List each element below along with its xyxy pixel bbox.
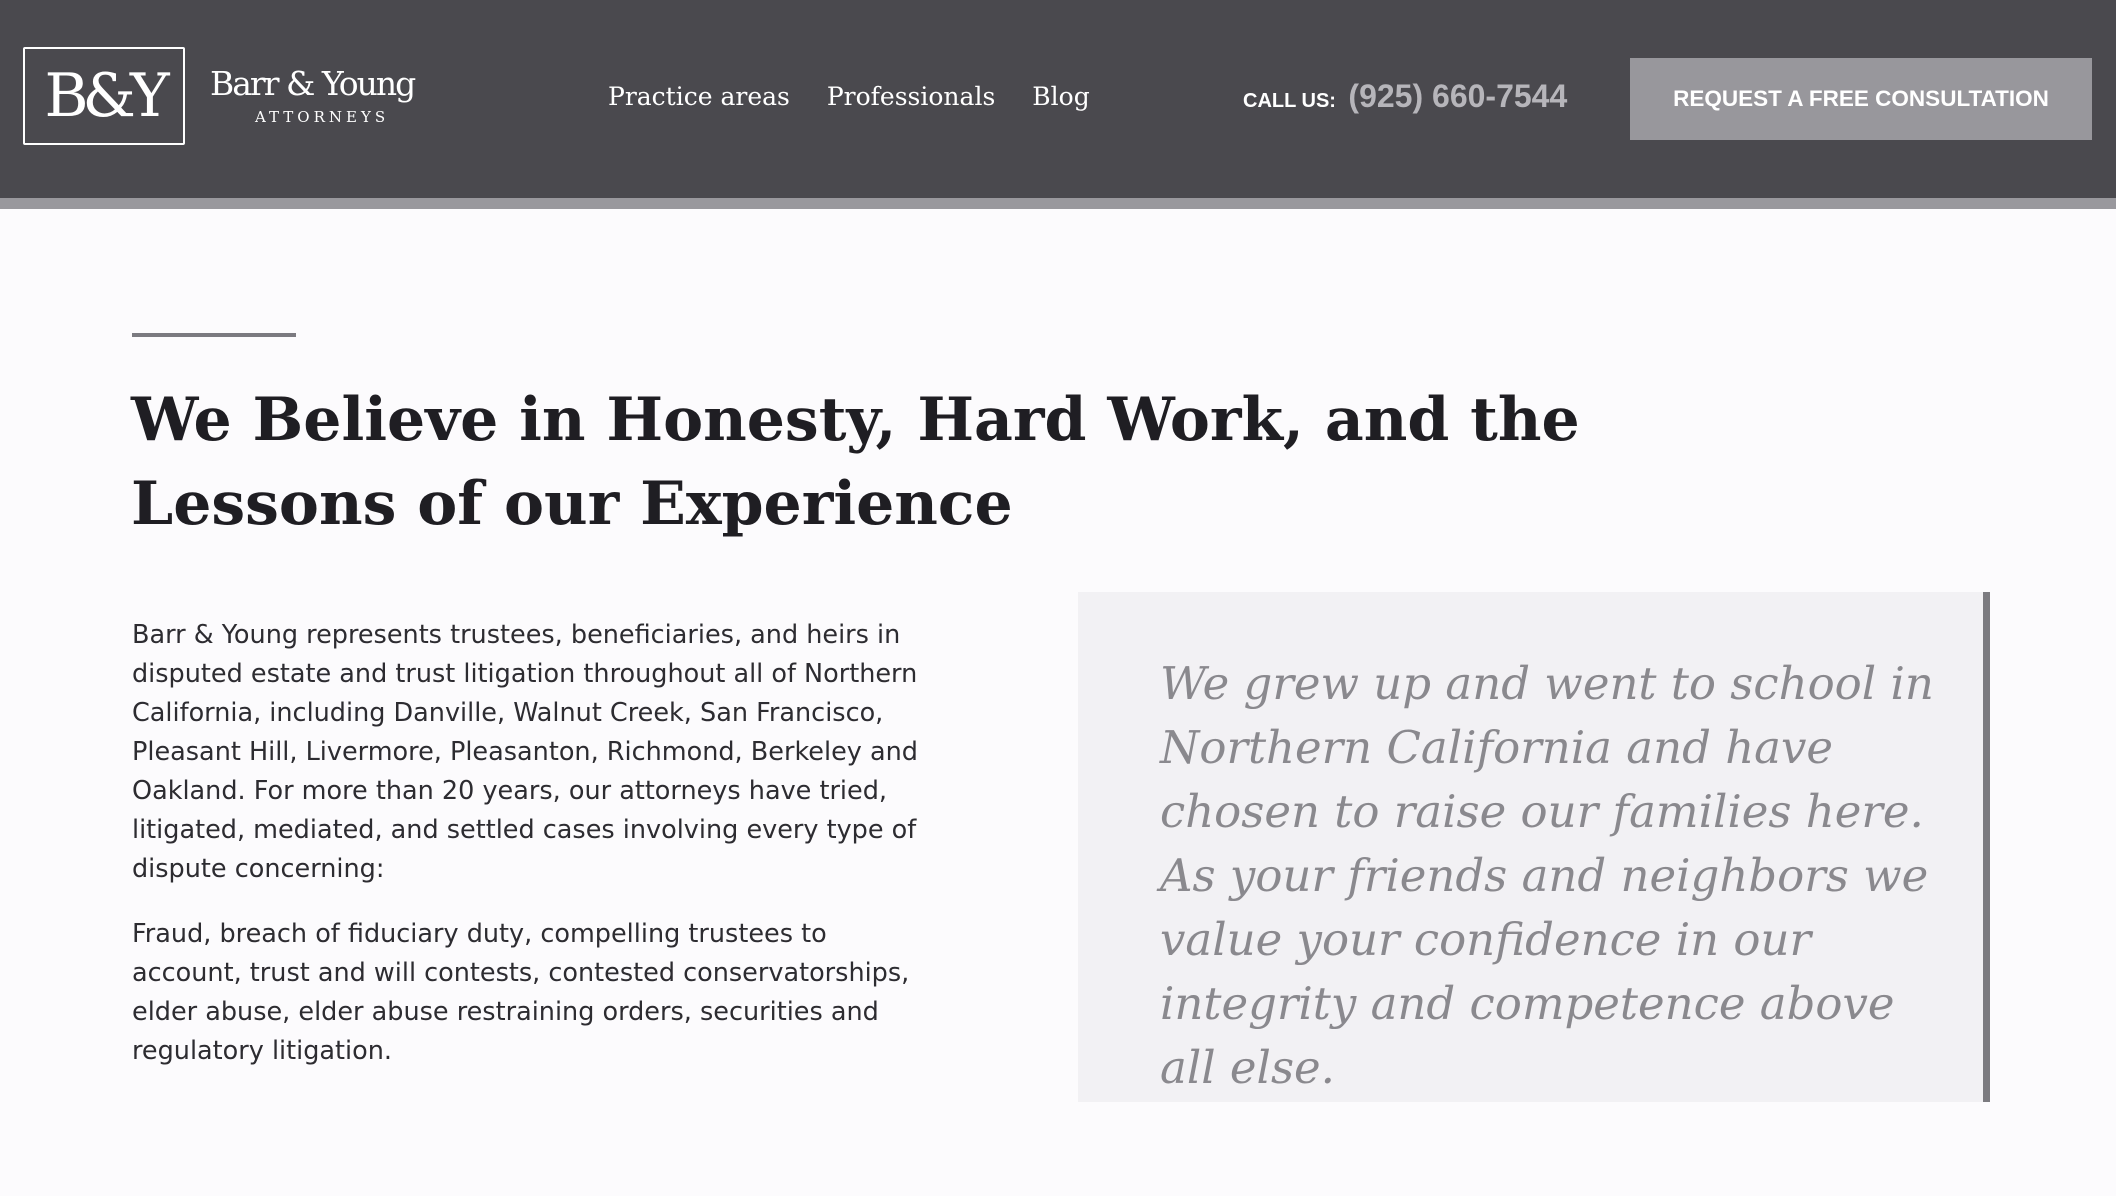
page-title: We Believe in Honesty, Hard Work, and th… — [131, 385, 1580, 539]
logo-mark[interactable]: B&Y — [23, 47, 185, 145]
site-header: B&Y Barr & Young ATTORNEYS Practice area… — [0, 0, 2116, 198]
call-label: CALL US: — [1243, 90, 1336, 112]
logo-subtitle: ATTORNEYS — [255, 108, 390, 126]
nav-professionals[interactable]: Professionals — [827, 82, 995, 111]
nav-practice-areas[interactable]: Practice areas — [608, 82, 790, 111]
practice-list-paragraph: Fraud, breach of fiduciary duty, compell… — [132, 919, 910, 1066]
quote-text: We grew up and went to school in Norther… — [1160, 657, 1934, 1094]
nav-blog[interactable]: Blog — [1032, 82, 1089, 111]
request-consultation-button[interactable]: REQUEST A FREE CONSULTATION — [1630, 58, 2092, 140]
logo-wordmark[interactable]: Barr & Young — [210, 66, 430, 102]
title-accent-rule — [132, 333, 296, 337]
phone-link[interactable]: (925) 660-7544 — [1348, 78, 1567, 114]
call-us: CALL US: (925) 660-7544 — [1243, 78, 1567, 115]
intro-paragraph: Barr & Young represents trustees, benefi… — [132, 620, 918, 884]
header-divider — [0, 198, 2116, 209]
main-nav: Practice areas Professionals Blog — [608, 82, 1090, 111]
